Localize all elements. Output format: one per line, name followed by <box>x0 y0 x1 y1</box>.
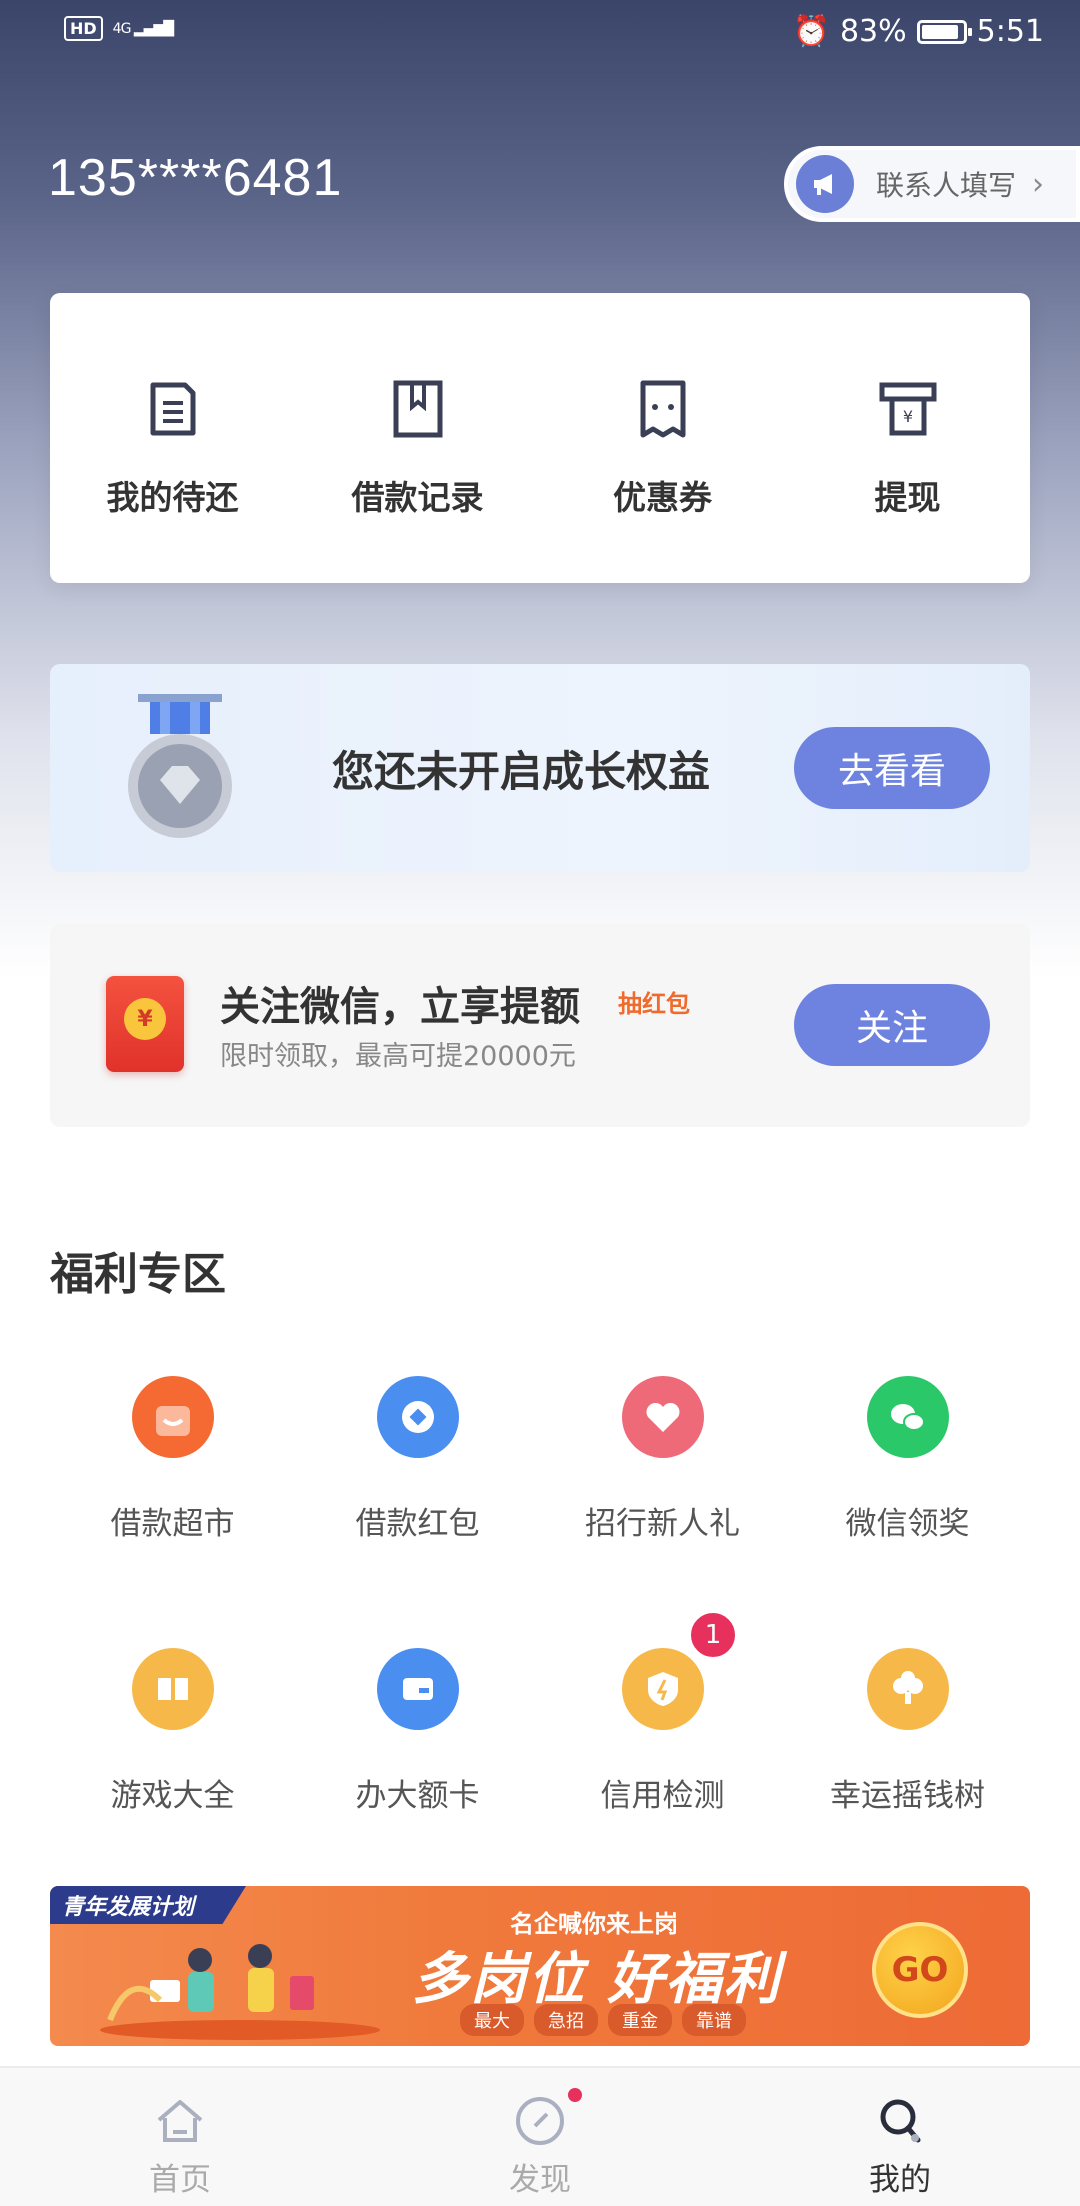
user-phone-number: 135****6481 <box>48 149 343 207</box>
red-envelope-icon: ¥ <box>106 976 184 1072</box>
banner-chip: 最大 <box>460 2004 524 2036</box>
svg-text:¥: ¥ <box>902 407 912 426</box>
medal-icon <box>128 694 232 838</box>
benefit-label: 游戏大全 <box>110 1778 235 1814</box>
growth-text: 您还未开启成长权益 <box>332 747 711 796</box>
banner-headline: 多岗位 好福利 <box>412 1947 782 2012</box>
quick-action-coupons[interactable]: 优惠券 <box>540 293 785 583</box>
benefit-loan-red-packet[interactable]: 借款红包 <box>295 1376 540 1543</box>
book-icon <box>131 1648 214 1730</box>
status-bar: HD 4G ▂▄▆█ ⏰ 83% 5:51 <box>0 0 1080 66</box>
banner-chips: 最大 急招 重金 靠谱 <box>460 2004 746 2036</box>
benefit-loan-market[interactable]: 借款超市 <box>50 1376 295 1543</box>
quick-action-withdraw[interactable]: ¥ 提现 <box>785 293 1030 583</box>
growth-benefits-card[interactable]: 您还未开启成长权益 去看看 <box>50 664 1030 872</box>
red-envelope-tag: 抽红包 <box>618 990 690 1018</box>
follow-button[interactable]: 关注 <box>794 984 990 1066</box>
contact-fill-label: 联系人填写 <box>876 169 1017 202</box>
benefit-lucky-money-tree[interactable]: 幸运摇钱树 <box>785 1648 1030 1815</box>
document-icon <box>150 382 195 436</box>
benefit-large-credit-card[interactable]: 办大额卡 <box>295 1648 540 1815</box>
quick-action-label: 我的待还 <box>106 478 239 517</box>
wechat-icon <box>866 1376 949 1458</box>
wechat-promo-subtitle: 限时领取，最高可提20000元 <box>220 1041 576 1072</box>
banner-chip: 靠谱 <box>682 2004 746 2036</box>
people-illustration <box>100 1944 380 2040</box>
quick-actions-card: 我的待还 借款记录 优惠券 ¥ 提现 <box>50 293 1030 583</box>
tab-profile[interactable]: 我的 <box>720 2068 1080 2206</box>
benefit-wechat-reward[interactable]: 微信领奖 <box>785 1376 1030 1543</box>
job-promo-banner[interactable]: 青年发展计划 名企喊你来上岗 多岗位 好福利 最大 急招 重金 靠谱 GO <box>50 1886 1030 2046</box>
benefits-grid-row-1: 借款超市 借款红包 招行新人礼 微信领奖 <box>50 1376 1030 1543</box>
benefit-cmb-newcomer-gift[interactable]: 招行新人礼 <box>540 1376 785 1543</box>
banner-chip: 急招 <box>534 2004 598 2036</box>
battery-icon <box>916 19 972 44</box>
compass-icon <box>516 2097 564 2145</box>
network-indicator: 4G ▂▄▆█ <box>112 20 174 37</box>
hd-indicator: HD <box>64 16 103 41</box>
notification-badge: 1 <box>688 1610 738 1660</box>
quick-action-label: 借款记录 <box>351 478 484 517</box>
tab-label: 发现 <box>509 2162 571 2198</box>
bookmark-book-icon <box>393 380 442 438</box>
coupon-icon <box>640 380 685 438</box>
banner-chip: 重金 <box>608 2004 672 2036</box>
money-tree-icon <box>866 1648 949 1730</box>
benefit-credit-check[interactable]: 1 信用检测 <box>540 1610 785 1815</box>
benefit-label: 信用检测 <box>600 1778 725 1814</box>
tab-label: 首页 <box>149 2162 211 2198</box>
shield-icon <box>621 1648 704 1730</box>
diamond-coin-icon <box>376 1376 459 1458</box>
benefit-label: 微信领奖 <box>845 1506 970 1542</box>
clock: 5:51 <box>976 14 1044 49</box>
benefits-grid-row-2: 游戏大全 办大额卡 1 信用检测 幸运摇钱树 <box>50 1610 1030 1815</box>
banner-go-button[interactable]: GO <box>872 1922 968 2018</box>
benefit-games[interactable]: 游戏大全 <box>50 1648 295 1815</box>
quick-action-label: 优惠券 <box>613 478 712 517</box>
battery-percent: 83% <box>839 14 907 49</box>
shopping-bag-icon <box>131 1376 214 1458</box>
wechat-promo-title: 关注微信，立享提额 <box>220 984 580 1030</box>
card-icon <box>376 1648 459 1730</box>
megaphone-icon <box>796 155 854 213</box>
quick-action-loan-history[interactable]: 借款记录 <box>295 293 540 583</box>
withdraw-icon: ¥ <box>879 382 936 436</box>
growth-view-button[interactable]: 去看看 <box>794 727 990 809</box>
alarm-icon: ⏰ <box>792 14 830 49</box>
tab-label: 我的 <box>869 2162 931 2198</box>
bottom-tab-bar: 首页 发现 我的 <box>0 2066 1080 2206</box>
quick-action-label: 提现 <box>874 478 941 517</box>
tab-discover[interactable]: 发现 <box>360 2068 720 2206</box>
tab-home[interactable]: 首页 <box>0 2068 360 2206</box>
wechat-promo-card[interactable]: ¥ 关注微信，立享提额 抽红包 限时领取，最高可提20000元 关注 <box>50 924 1030 1127</box>
contact-fill-button[interactable]: 联系人填写 › <box>784 146 1080 222</box>
home-icon <box>157 2100 203 2142</box>
heart-icon <box>621 1376 704 1458</box>
quick-action-repay[interactable]: 我的待还 <box>50 293 295 583</box>
benefit-label: 借款超市 <box>110 1506 235 1542</box>
chevron-right-icon: › <box>1032 166 1045 202</box>
benefit-label: 幸运摇钱树 <box>830 1778 985 1814</box>
banner-flag: 青年发展计划 <box>50 1886 246 1924</box>
benefits-section-title: 福利专区 <box>50 1249 226 1300</box>
benefit-label: 办大额卡 <box>355 1778 480 1814</box>
benefit-label: 招行新人礼 <box>585 1506 740 1542</box>
benefit-label: 借款红包 <box>355 1506 480 1542</box>
discover-notification-dot <box>568 2088 582 2102</box>
profile-icon <box>880 2099 921 2143</box>
